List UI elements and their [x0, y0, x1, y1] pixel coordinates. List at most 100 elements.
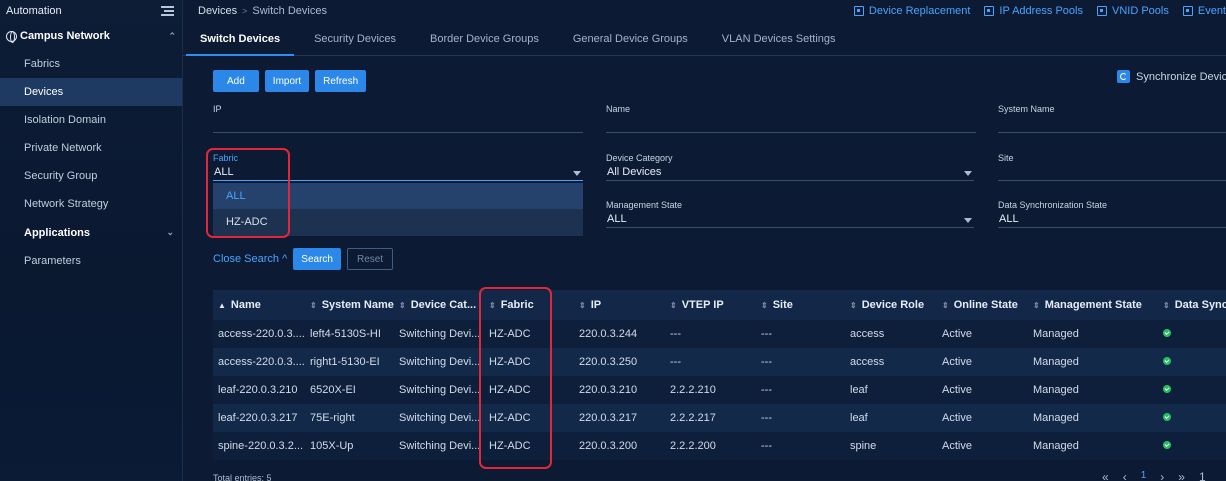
caret-down-icon — [964, 171, 972, 176]
cell-name[interactable]: access-220.0.3.... — [213, 356, 305, 368]
tab-vlan-devices-settings[interactable]: VLAN Devices Settings — [722, 22, 836, 55]
first-page-icon[interactable]: « — [1102, 470, 1109, 481]
sidebar-group-campus-network[interactable]: Campus Network ⌃ — [0, 22, 182, 50]
management-state-select-underline — [606, 227, 974, 228]
sidebar-item-label: Private Network — [24, 142, 102, 154]
cell-online-state: Active — [942, 356, 972, 368]
column-header-label: Name — [230, 299, 261, 311]
sort-icon: ⇕ — [579, 300, 586, 310]
table-row[interactable]: access-220.0.3.... right1-5130-EI Switch… — [213, 348, 1226, 376]
sidebar-group-applications[interactable]: Applications ⌄ — [0, 218, 182, 247]
cell-ip: 220.0.3.217 — [579, 412, 638, 424]
cell-site: --- — [761, 356, 772, 368]
sidebar-item-label: Security Group — [24, 170, 98, 182]
cell-site: --- — [761, 384, 772, 396]
cell-system-name: 75E-right — [310, 412, 355, 424]
column-header-label: Site — [772, 299, 793, 311]
sidebar-group-label: Campus Network — [20, 30, 110, 42]
table-row[interactable]: leaf-220.0.3.217 75E-right Switching Dev… — [213, 404, 1226, 432]
tab-border-device-groups[interactable]: Border Device Groups — [430, 22, 539, 55]
sidebar-item-security-group[interactable]: Security Group — [0, 162, 182, 190]
data-sync-state-select-underline — [998, 227, 1226, 228]
cell-data-sync — [1158, 384, 1226, 396]
column-header-data-sync[interactable]: ⇕ Data Sync — [1158, 299, 1226, 311]
switch-devices-table: ▲ Name ⇕ System Name ⇕ Device Cat... ⇕ Fabri… — [213, 290, 1226, 460]
sidebar-item-fabrics[interactable]: Fabrics — [0, 50, 182, 78]
next-page-icon[interactable]: › — [1160, 470, 1164, 481]
top-links: Device Replacement IP Address Pools VNID… — [853, 5, 1226, 17]
sidebar-item-devices[interactable]: Devices — [0, 78, 182, 106]
management-state-select[interactable]: Management State ALL — [606, 199, 974, 228]
synchronize-device-button[interactable]: Synchronize Device — [1117, 70, 1226, 83]
system-name-filter-label: System Name — [998, 104, 1055, 114]
cell-name[interactable]: spine-220.0.3.2... — [213, 440, 305, 452]
vnid-pools-link[interactable]: VNID Pools — [1097, 5, 1169, 17]
add-button[interactable]: Add — [213, 70, 259, 92]
device-category-select-value: All Devices — [607, 166, 662, 178]
pagination: « ‹ 1 › » 1 — [1102, 470, 1206, 481]
column-header-ip[interactable]: ⇕ IP — [574, 299, 665, 311]
cell-data-sync — [1158, 328, 1226, 340]
table-row[interactable]: leaf-220.0.3.210 6520X-EI Switching Devi… — [213, 376, 1226, 404]
sidebar-item-isolation-domain[interactable]: Isolation Domain — [0, 106, 182, 134]
column-header-online-state[interactable]: ⇕ Online State — [937, 299, 1028, 311]
synchronize-device-label: Synchronize Device — [1136, 70, 1226, 83]
cell-vtep-ip: 2.2.2.200 — [670, 440, 716, 452]
table-row[interactable]: spine-220.0.3.2... 105X-Up Switching Dev… — [213, 432, 1226, 460]
cell-site: --- — [761, 328, 772, 340]
column-header-label: Device Cat... — [410, 299, 477, 311]
device-category-select[interactable]: Device Category All Devices — [606, 152, 974, 181]
import-button[interactable]: Import — [264, 70, 310, 92]
cell-device-category: Switching Devi... — [399, 384, 481, 396]
tab-security-devices[interactable]: Security Devices — [314, 22, 396, 55]
data-sync-state-select-value: ALL — [999, 213, 1019, 225]
column-header-name[interactable]: ▲ Name — [213, 299, 305, 311]
column-header-system-name[interactable]: ⇕ System Name — [305, 299, 394, 311]
cell-name[interactable]: leaf-220.0.3.217 — [213, 412, 305, 424]
device-category-select-label: Device Category — [606, 153, 673, 163]
close-search-link[interactable]: Close Search ^ — [213, 253, 287, 265]
refresh-button[interactable]: Refresh — [315, 70, 367, 92]
chevron-up-icon: ^ — [282, 253, 288, 265]
cell-online-state: Active — [942, 412, 972, 424]
ip-address-pools-link[interactable]: IP Address Pools — [984, 5, 1083, 17]
table-row[interactable]: access-220.0.3.... left4-5130S-HI Switch… — [213, 320, 1226, 348]
device-category-select-underline — [606, 180, 974, 181]
cell-name[interactable]: access-220.0.3.... — [213, 328, 305, 340]
close-search-label: Close Search — [213, 253, 280, 265]
menu-collapse-icon[interactable] — [161, 6, 174, 16]
column-header-label: VTEP IP — [681, 299, 724, 311]
column-header-vtep-ip[interactable]: ⇕ VTEP IP — [665, 299, 756, 311]
search-row: Close Search ^ Search Reset — [213, 248, 394, 270]
data-sync-state-select[interactable]: Data Synchronization State ALL — [998, 199, 1226, 228]
last-page-icon[interactable]: » — [1178, 470, 1185, 481]
reset-button[interactable]: Reset — [346, 248, 394, 270]
column-header-label: IP — [590, 299, 602, 311]
column-header-site[interactable]: ⇕ Site — [756, 299, 845, 311]
column-header-device-role[interactable]: ⇕ Device Role — [845, 299, 937, 311]
sidebar-item-private-network[interactable]: Private Network — [0, 134, 182, 162]
ip-filter[interactable]: IP — [213, 103, 583, 133]
page-number[interactable]: 1 — [1141, 470, 1147, 481]
tab-switch-devices[interactable]: Switch Devices — [185, 22, 295, 56]
site-filter[interactable]: Site — [998, 152, 1226, 181]
prev-page-icon[interactable]: ‹ — [1123, 470, 1127, 481]
column-header-device-category[interactable]: ⇕ Device Cat... — [394, 299, 484, 311]
system-name-filter[interactable]: System Name — [998, 103, 1226, 133]
cell-device-role: access — [850, 356, 885, 368]
search-button[interactable]: Search — [293, 248, 341, 270]
sidebar-item-parameters[interactable]: Parameters — [0, 247, 182, 275]
event-link[interactable]: Event — [1182, 5, 1226, 17]
system-name-filter-underline — [998, 132, 1226, 133]
tab-general-device-groups[interactable]: General Device Groups — [573, 22, 688, 55]
vnid-pool-icon — [1097, 6, 1107, 16]
column-header-management-state[interactable]: ⇕ Management State — [1028, 299, 1158, 311]
check-circle-icon — [1163, 441, 1171, 449]
name-filter[interactable]: Name — [606, 103, 976, 133]
cell-system-name: right1-5130-EI — [310, 356, 380, 368]
cell-name[interactable]: leaf-220.0.3.210 — [213, 384, 305, 396]
cell-system-name: 6520X-EI — [310, 384, 356, 396]
sidebar-item-network-strategy[interactable]: Network Strategy — [0, 190, 182, 218]
breadcrumb-root[interactable]: Devices — [198, 5, 237, 17]
device-replacement-link[interactable]: Device Replacement — [853, 5, 970, 17]
